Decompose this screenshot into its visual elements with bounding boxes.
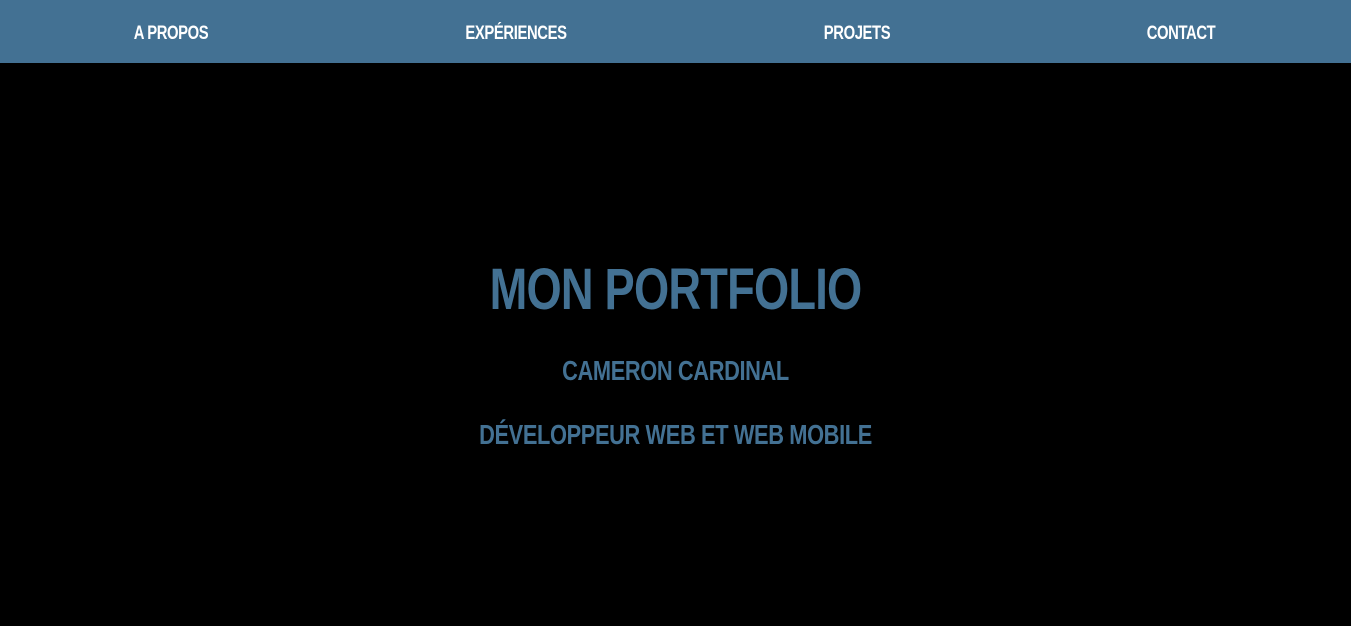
hero-title: Mon Portfolio [489, 257, 863, 322]
nav-link-contact[interactable]: Contact [1141, 0, 1221, 63]
hero-name: Cameron Cardinal [562, 355, 789, 386]
nav-link-experiences[interactable]: Expériences [461, 0, 572, 63]
top-navbar: A propos Expériences Projets Contact [0, 0, 1351, 63]
hero-section: Mon Portfolio Cameron Cardinal Développe… [0, 63, 1351, 626]
nav-link-a-propos[interactable]: A propos [131, 0, 211, 63]
hero-role: Développeur Web et Web Mobile [479, 419, 872, 450]
nav-link-projets[interactable]: Projets [817, 0, 897, 63]
